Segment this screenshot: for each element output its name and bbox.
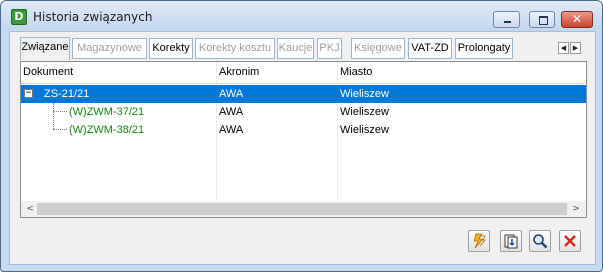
maximize-button[interactable] (529, 11, 555, 28)
maximize-icon (530, 12, 554, 27)
tab-zwiazane[interactable]: Związane (20, 37, 70, 60)
cell-akronim: AWA (219, 106, 244, 118)
related-documents-grid[interactable]: Dokument Akronim Miasto − ZS-21/21 AWA W… (20, 61, 587, 218)
magnifier-icon (533, 234, 548, 249)
cell-akronim: AWA (219, 124, 244, 136)
title-bar[interactable]: D Historia związanych ✕ (1, 1, 602, 31)
cell-miasto: Wieliszew (340, 106, 389, 118)
tab-scroll-right-button[interactable]: ▶ (570, 42, 581, 54)
minimize-icon (494, 12, 519, 27)
preview-button[interactable] (529, 230, 551, 252)
tab-ksiegowe[interactable]: Księgowe (351, 38, 405, 59)
table-row[interactable]: (W)ZWM-37/21 AWA Wieliszew (21, 103, 586, 121)
content-panel: Związane Magazynowe Korekty Korekty kosz… (9, 31, 596, 265)
column-header-akronim[interactable]: Akronim (219, 66, 259, 78)
table-row[interactable]: (W)ZWM-38/21 AWA Wieliszew (21, 121, 586, 139)
app-icon: D (11, 9, 27, 25)
minimize-button[interactable] (493, 11, 520, 28)
close-icon: ✕ (571, 12, 583, 26)
cell-dokument: ZS-21/21 (44, 88, 90, 100)
close-button[interactable]: ✕ (561, 11, 593, 28)
tab-kaucje[interactable]: Kaucje (277, 38, 314, 59)
tab-magazynowe[interactable]: Magazynowe (72, 38, 147, 59)
column-header-dokument[interactable]: Dokument (23, 66, 73, 78)
cell-miasto: Wieliszew (340, 124, 389, 136)
tab-vat-zd[interactable]: VAT-ZD (408, 38, 452, 59)
cell-akronim: AWA (219, 88, 244, 100)
cell-dokument: (W)ZWM-37/21 (69, 106, 145, 118)
cell-dokument: (W)ZWM-38/21 (69, 124, 145, 136)
red-x-icon (564, 235, 576, 247)
grid-header: Dokument Akronim Miasto (21, 62, 586, 84)
window: D Historia związanych ✕ Związane Magazyn… (0, 0, 603, 272)
table-row[interactable]: − ZS-21/21 AWA Wieliszew (21, 85, 586, 103)
export-document-button[interactable] (500, 230, 522, 252)
cell-miasto: Wieliszew (340, 88, 389, 100)
column-header-miasto[interactable]: Miasto (340, 66, 372, 78)
collapse-icon[interactable]: − (24, 89, 33, 98)
scroll-thumb[interactable] (37, 203, 567, 215)
scroll-right-button[interactable]: > (569, 202, 583, 216)
window-title: Historia związanych (33, 10, 153, 24)
tab-pkj[interactable]: PKJ (317, 38, 342, 59)
tab-scroll-left-button[interactable]: ◀ (558, 42, 569, 54)
tab-korekty[interactable]: Korekty (149, 38, 193, 59)
lightning-button[interactable] (468, 230, 490, 252)
tab-prolongaty[interactable]: Prolongaty (455, 38, 513, 59)
cancel-button[interactable] (559, 230, 581, 252)
scroll-left-button[interactable]: < (23, 202, 37, 216)
horizontal-scrollbar[interactable]: < > (21, 201, 586, 217)
export-document-icon (504, 234, 518, 249)
lightning-icon (473, 233, 486, 249)
tab-korekty-kosztu[interactable]: Korekty kosztu (195, 38, 275, 59)
